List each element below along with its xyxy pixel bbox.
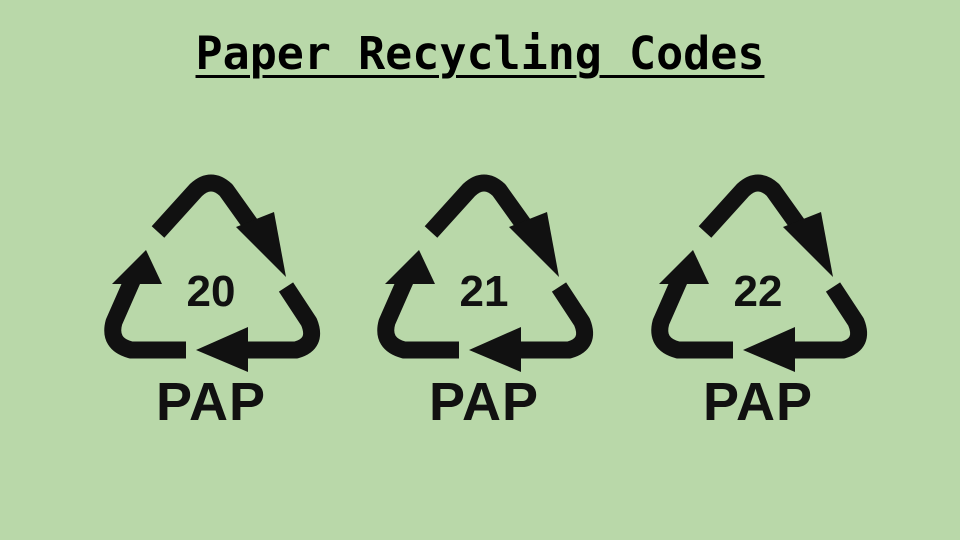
recycling-code-21: 21 PAP [369, 172, 599, 432]
code-abbreviation: PAP [155, 372, 267, 432]
code-abbreviation: PAP [428, 372, 540, 432]
code-number: 20 [186, 267, 236, 316]
code-abbreviation: PAP [702, 372, 814, 432]
code-number: 21 [459, 267, 509, 316]
page-title: Paper Recycling Codes [195, 27, 765, 80]
code-number: 22 [733, 267, 783, 316]
recycling-codes-row: 20 PAP 21 PAP 22 PAP [0, 172, 960, 432]
recycling-code-20: 20 PAP [96, 172, 326, 432]
recycling-code-22: 22 PAP [643, 172, 873, 432]
